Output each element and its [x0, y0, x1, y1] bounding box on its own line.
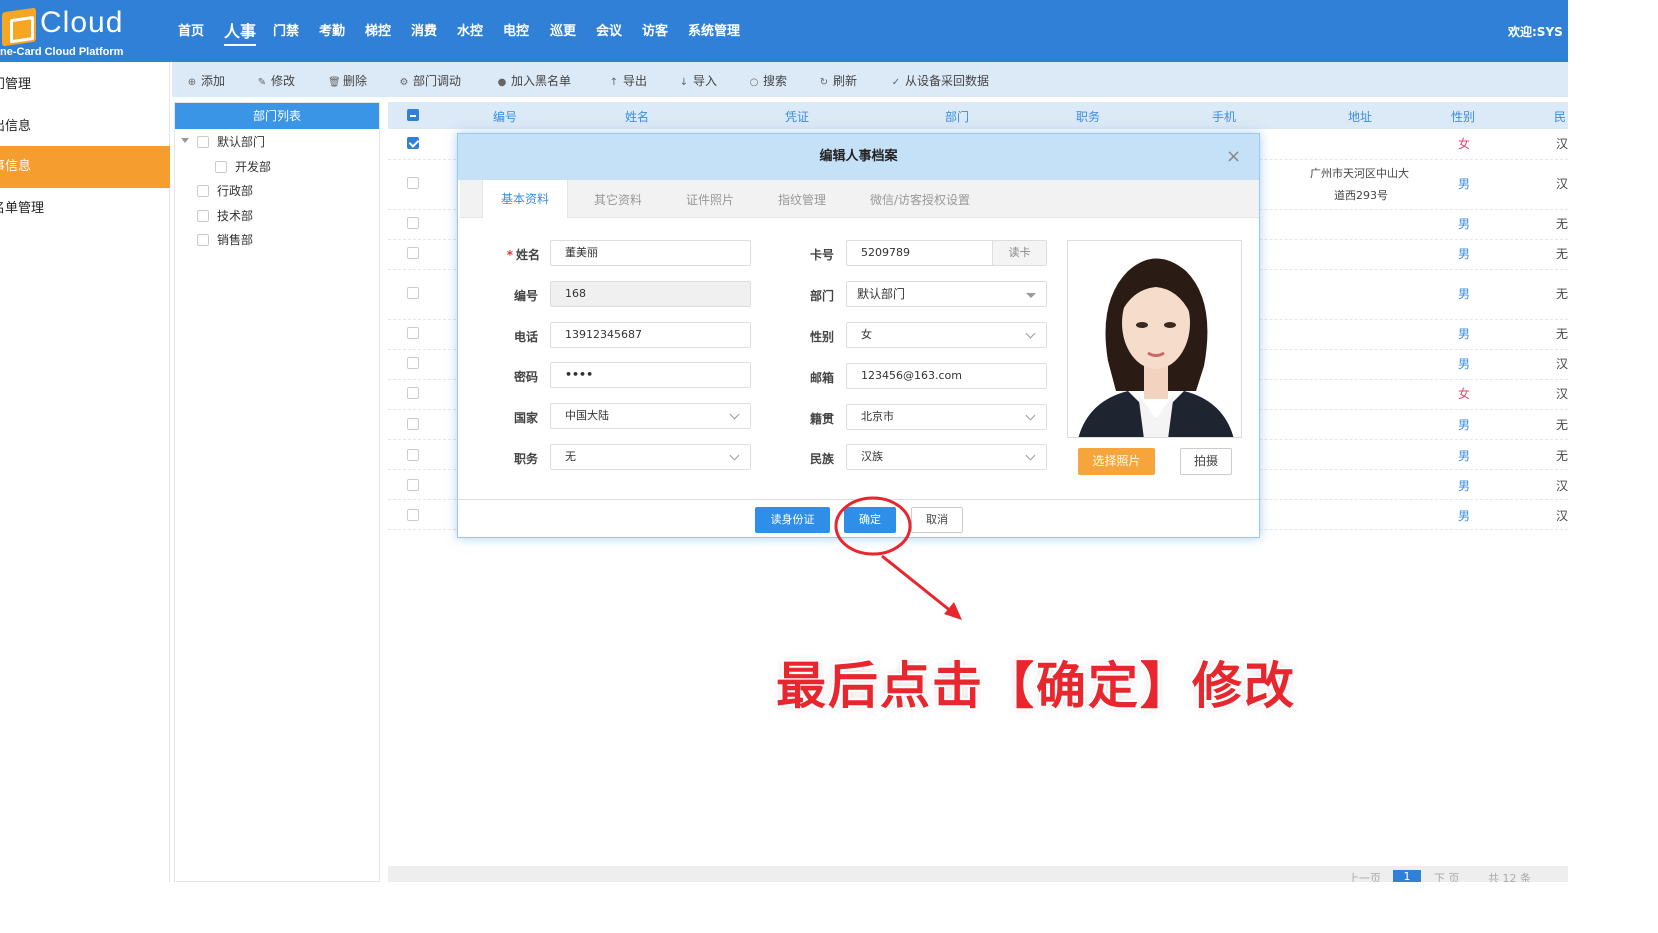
- app-window: Cloud ne-Card Cloud Platform 首页 人事 门禁 考勤…: [0, 0, 1568, 882]
- highlight-circle: [834, 496, 912, 556]
- annotation-overlay: [834, 496, 962, 620]
- arrow-line: [881, 554, 953, 614]
- arrow-head-icon: [944, 602, 962, 620]
- annotation-caption: 最后点击【确定】修改: [776, 657, 1296, 715]
